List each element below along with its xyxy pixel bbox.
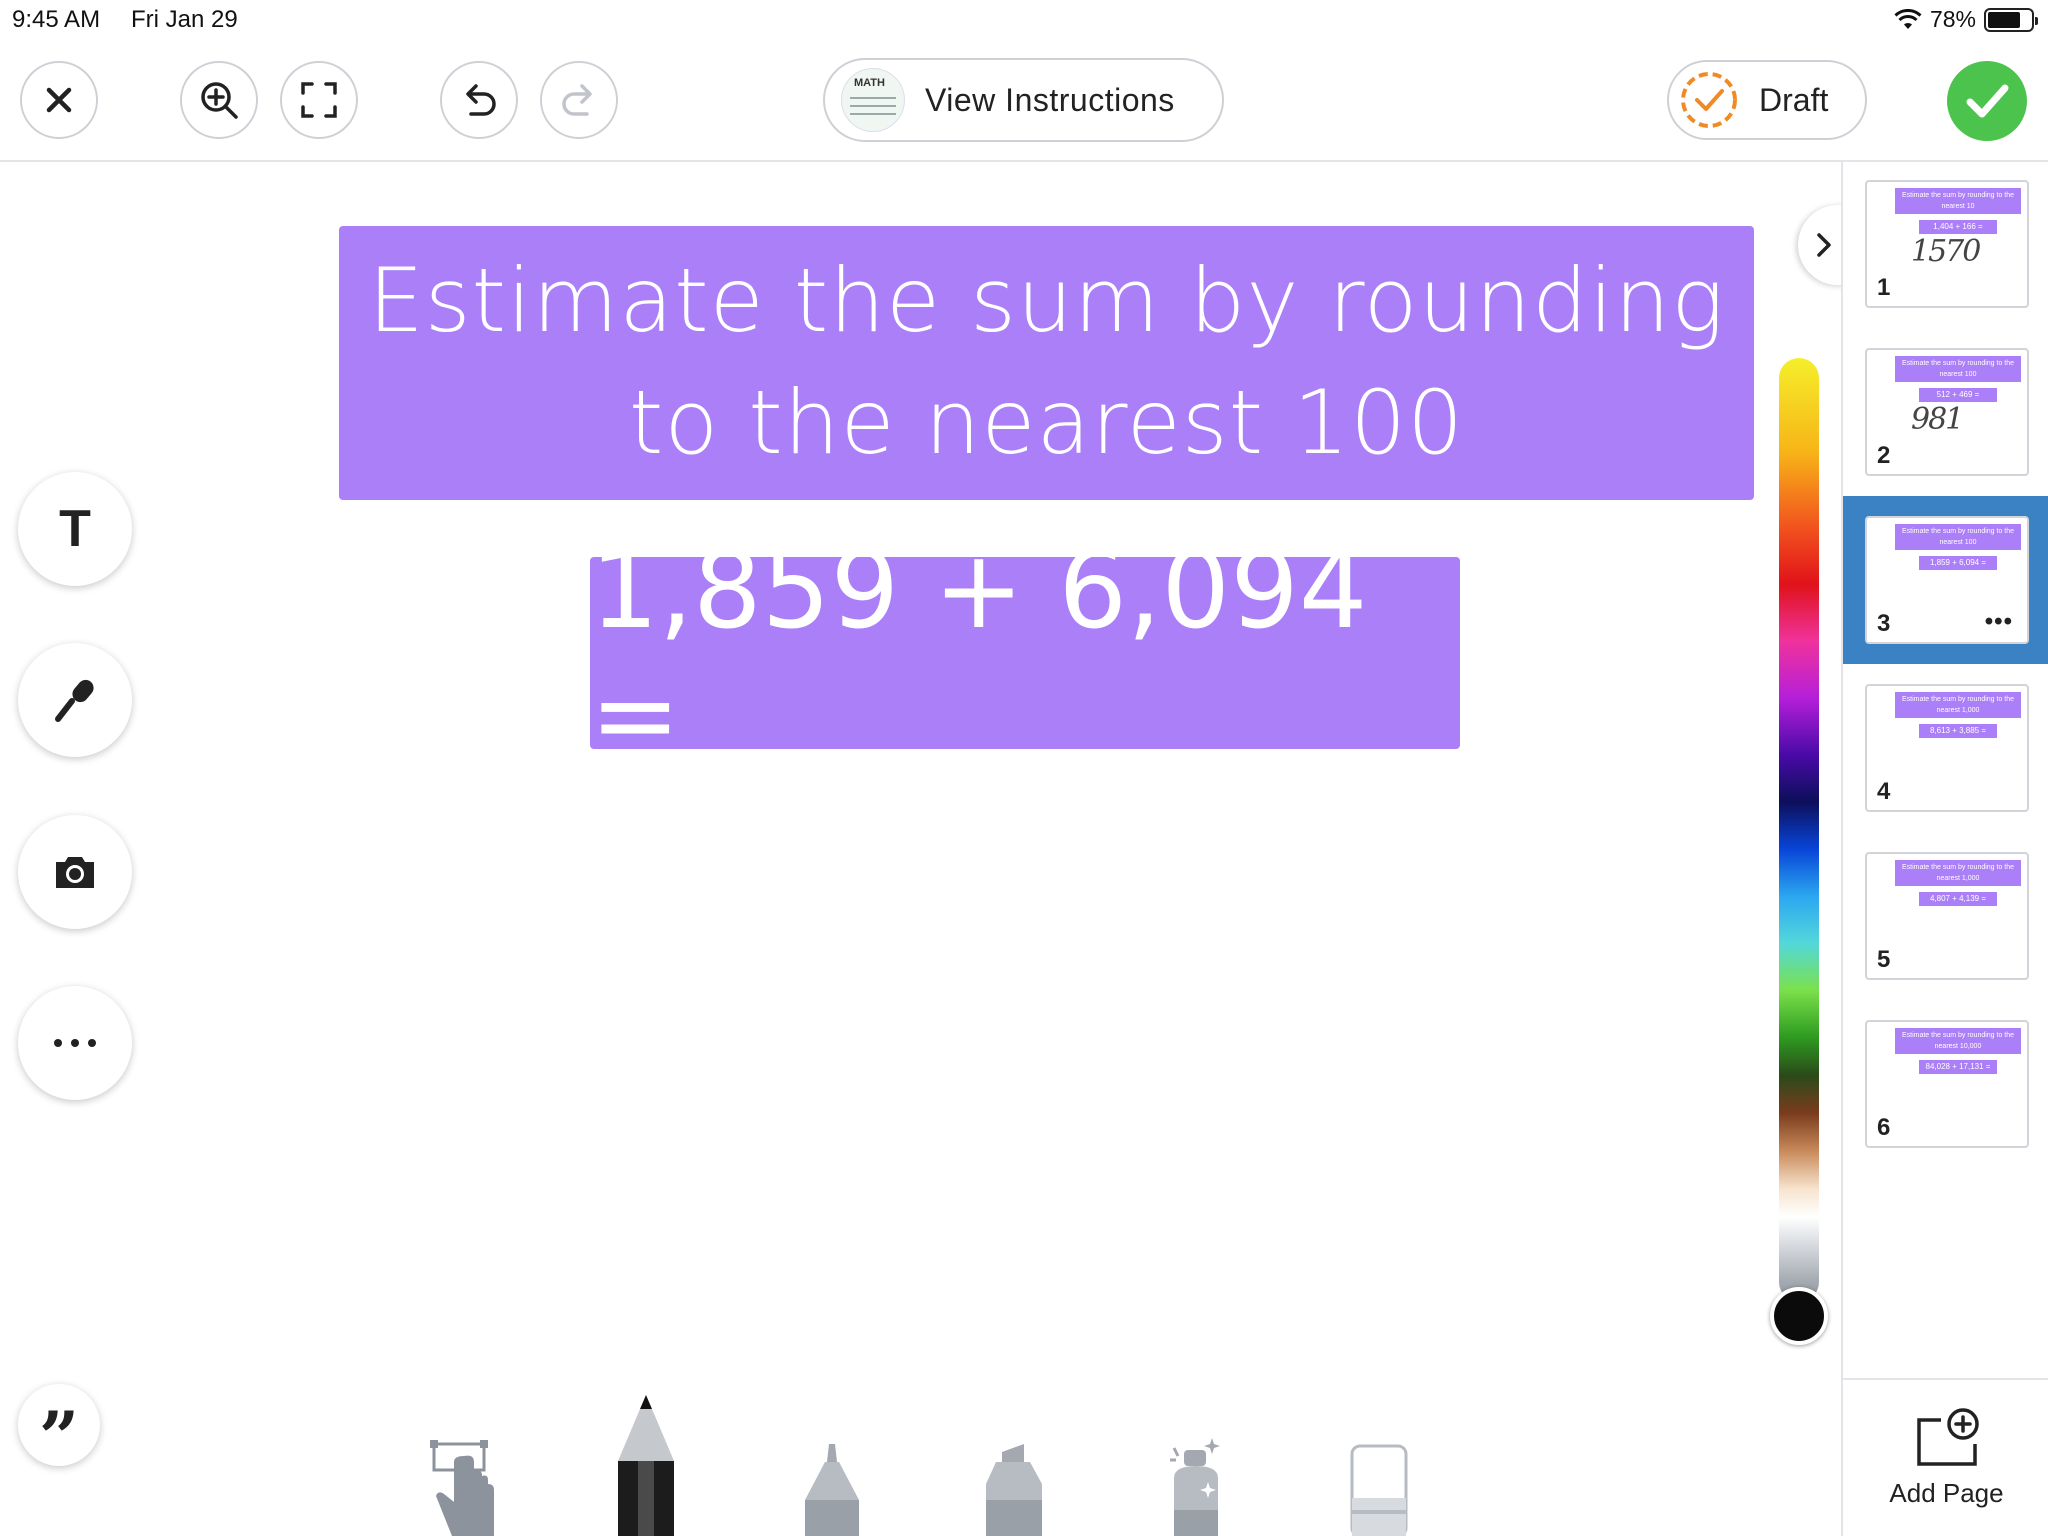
close-icon [46, 87, 72, 113]
redo-icon [562, 84, 592, 116]
color-slider[interactable] [1779, 358, 1819, 1302]
page-thumb-title: Estimate the sum by rounding to the near… [1895, 188, 2021, 214]
page-thumb-title: Estimate the sum by rounding to the near… [1895, 692, 2021, 718]
fullscreen-icon [301, 82, 337, 118]
status-indicators: 78% [1894, 6, 2038, 33]
page-number: 5 [1877, 946, 1891, 973]
view-instructions-button[interactable]: MATH View Instructions [823, 58, 1224, 142]
prompt-title-line2: to the nearest 100 [628, 371, 1465, 474]
page-thumbnail-3[interactable]: Estimate the sum by rounding to the near… [1865, 516, 2029, 644]
page-thumb-equation: 4,807 + 4,139 = [1919, 892, 1997, 906]
quote-button[interactable]: ” [18, 1384, 100, 1473]
zoom-in-icon [201, 82, 238, 119]
prompt-title-line1: Estimate the sum by rounding [368, 249, 1725, 352]
checkmark-icon [1966, 84, 2009, 118]
page-thumb-equation: 512 + 469 = [1919, 388, 1997, 402]
page-thumbnail-4[interactable]: Estimate the sum by rounding to the near… [1865, 684, 2029, 812]
status-bar: 9:45 AM Fri Jan 29 78% [0, 0, 2048, 40]
page-number: 4 [1877, 778, 1891, 805]
submit-button[interactable] [1947, 61, 2027, 141]
marker-tool-icon[interactable] [803, 1444, 861, 1536]
equation-text: 1,859 + 6,094 = [590, 528, 1368, 778]
drawing-tool-tray [420, 1395, 1420, 1536]
page-thumb-equation: 1,404 + 166 = [1919, 220, 1997, 234]
microphone-button[interactable] [18, 643, 132, 757]
text-icon: T [59, 500, 91, 558]
page-thumbnail-1[interactable]: Estimate the sum by rounding to the near… [1865, 180, 2029, 308]
prompt-title-box[interactable]: Estimate the sum by rounding to the near… [339, 226, 1754, 500]
page-thumb-title: Estimate the sum by rounding to the near… [1895, 356, 2021, 382]
more-tools-button[interactable] [18, 986, 132, 1100]
instructions-thumb-title: MATH [854, 77, 885, 89]
page-thumb-title: Estimate the sum by rounding to the near… [1895, 860, 2021, 886]
draft-label: Draft [1759, 81, 1829, 118]
microphone-icon [55, 679, 94, 722]
page-thumb-equation: 8,613 + 3,885 = [1919, 724, 1997, 738]
select-tool-icon[interactable] [430, 1440, 502, 1536]
page-thumb-title: Estimate the sum by rounding to the near… [1895, 524, 2021, 550]
status-time: 9:45 AM [12, 6, 101, 33]
add-page-icon [1916, 1407, 1979, 1466]
quote-icon: ” [38, 1396, 80, 1479]
pencil-tool-icon[interactable] [616, 1395, 676, 1536]
page-thumbnail-2[interactable]: Estimate the sum by rounding to the near… [1865, 348, 2029, 476]
page-number: 3 [1877, 610, 1891, 637]
fullscreen-button[interactable] [280, 61, 358, 139]
add-page-button[interactable]: Add Page [1843, 1378, 2048, 1536]
camera-icon [56, 857, 94, 888]
page-thumb-equation: 84,028 + 17,131 = [1919, 1060, 1997, 1074]
wifi-icon [1894, 8, 1922, 29]
chevron-right-icon [1817, 233, 1831, 257]
highlighter-tool-icon[interactable] [984, 1444, 1044, 1536]
page-more-options[interactable]: ••• [1985, 608, 2013, 636]
page-thumb-handwriting: 1570 [1911, 234, 1981, 269]
color-slider-knob[interactable] [1770, 1287, 1828, 1345]
close-button[interactable] [20, 61, 98, 139]
spray-tool-icon[interactable] [1166, 1438, 1228, 1536]
page-thumbnail-5[interactable]: Estimate the sum by rounding to the near… [1865, 852, 2029, 980]
instructions-thumbnail: MATH [841, 68, 905, 132]
redo-button[interactable] [540, 61, 618, 139]
eraser-tool-icon[interactable] [1350, 1444, 1408, 1536]
page-thumb-equation: 1,859 + 6,094 = [1919, 556, 1997, 570]
add-page-label: Add Page [1889, 1477, 2004, 1508]
zoom-button[interactable] [180, 61, 258, 139]
pages-panel: Estimate the sum by rounding to the near… [1841, 162, 2048, 1536]
view-instructions-label: View Instructions [925, 81, 1175, 118]
top-toolbar: MATH View Instructions Draft [0, 40, 2048, 162]
undo-icon [466, 84, 496, 116]
status-date: Fri Jan 29 [131, 6, 238, 33]
page-number: 1 [1877, 274, 1891, 301]
text-tool-button[interactable]: T [18, 472, 132, 586]
page-thumb-handwriting: 981 [1911, 402, 1964, 437]
camera-button[interactable] [18, 815, 132, 929]
page-thumb-title: Estimate the sum by rounding to the near… [1895, 1028, 2021, 1054]
battery-icon [1984, 7, 2038, 32]
undo-button[interactable] [440, 61, 518, 139]
battery-percent: 78% [1929, 6, 1976, 32]
page-thumbnail-6[interactable]: Estimate the sum by rounding to the near… [1865, 1020, 2029, 1148]
draft-button[interactable]: Draft [1667, 60, 1867, 140]
draft-status-icon [1681, 72, 1737, 128]
page-number: 2 [1877, 442, 1891, 469]
ellipsis-icon [54, 1039, 96, 1047]
equation-box[interactable]: 1,859 + 6,094 = [590, 528, 1460, 778]
page-number: 6 [1877, 1114, 1891, 1141]
